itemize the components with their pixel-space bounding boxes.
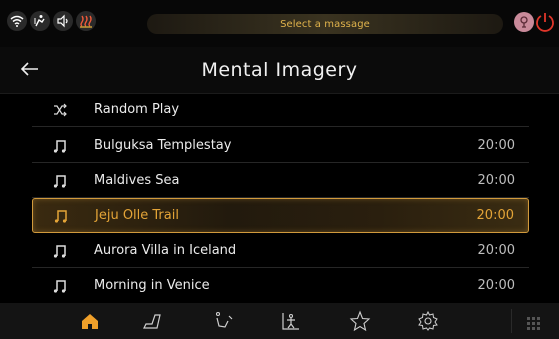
list-item-label: Aurora Villa in Iceland [94, 243, 237, 258]
bottom-nav [0, 303, 559, 339]
list-item-aurora-villa-in-iceland[interactable]: Aurora Villa in Iceland 20:00 [32, 234, 529, 268]
stretch-icon[interactable] [280, 310, 302, 332]
settings-icon[interactable] [417, 310, 439, 332]
page-title: Mental Imagery [201, 59, 358, 81]
star-icon[interactable] [349, 310, 371, 332]
list-item-label: Random Play [94, 102, 180, 117]
speaker-icon[interactable] [53, 11, 73, 31]
list-item-label: Jeju Olle Trail [95, 208, 179, 223]
recline-icon[interactable] [213, 310, 235, 332]
music-note-icon [52, 278, 68, 294]
person-lift-icon[interactable] [30, 11, 50, 31]
list-item-bulguksa-templestay[interactable]: Bulguksa Templestay 20:00 [32, 129, 529, 163]
status-bar: Select a massage [0, 0, 559, 47]
home-icon[interactable] [79, 310, 101, 332]
message-pill[interactable]: Select a massage [147, 14, 503, 34]
power-icon[interactable] [535, 11, 555, 33]
music-note-icon [52, 138, 68, 154]
list-item-morning-in-venice[interactable]: Morning in Venice 20:00 [32, 269, 529, 303]
list-item-duration: 20:00 [477, 138, 515, 153]
list-item-duration: 20:00 [477, 173, 515, 188]
heat-icon[interactable] [76, 11, 96, 31]
list-item-label: Bulguksa Templestay [94, 138, 232, 153]
music-note-icon [52, 243, 68, 259]
app-grid-icon[interactable] [527, 315, 540, 330]
list-item-duration: 20:00 [477, 243, 515, 258]
wifi-icon[interactable] [7, 11, 27, 31]
back-arrow-icon[interactable] [18, 57, 42, 81]
list-item-jeju-olle-trail[interactable]: Jeju Olle Trail 20:00 [32, 198, 529, 233]
list-item-duration: 20:00 [476, 208, 514, 223]
profile-icon[interactable] [514, 12, 534, 32]
list-item-maldives-sea[interactable]: Maldives Sea 20:00 [32, 164, 529, 198]
list-item-random-play[interactable]: Random Play [32, 93, 529, 127]
chair-icon[interactable] [141, 310, 163, 332]
page-header: Mental Imagery [0, 47, 559, 94]
list-item-duration: 20:00 [477, 278, 515, 293]
music-note-icon [53, 208, 69, 224]
music-note-icon [52, 173, 68, 189]
list-item-label: Morning in Venice [94, 278, 210, 293]
nav-divider [511, 309, 512, 333]
shuffle-icon [52, 102, 68, 118]
track-list: Random Play Bulguksa Templestay 20:00 Ma… [0, 93, 559, 303]
list-item-label: Maldives Sea [94, 173, 180, 188]
